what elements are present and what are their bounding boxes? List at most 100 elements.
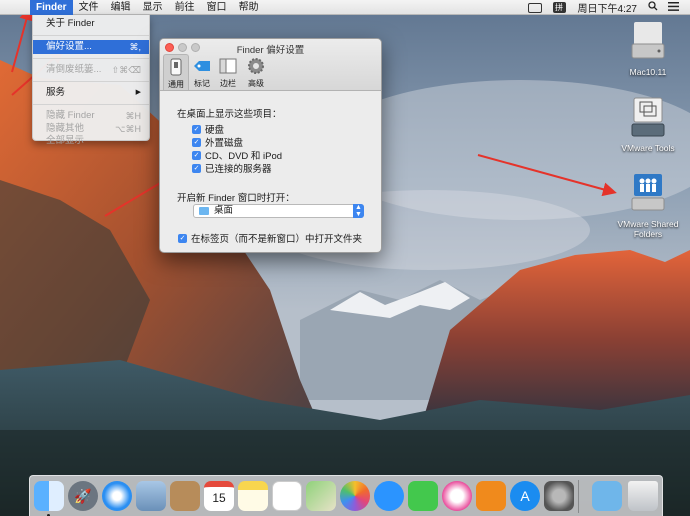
disk-image-icon [631,97,665,137]
launchpad-icon[interactable]: 🚀 [68,481,98,511]
menu-item-label: 清倒废纸篓... [46,64,102,75]
menu-item-hide-finder: 隐藏 Finder ⌘H [33,109,149,123]
finder-icon[interactable] [34,481,64,511]
dock-separator [578,480,579,513]
menu-window[interactable]: 窗口 [201,0,233,15]
new-window-label: 开启新 Finder 窗口时打开： [177,193,295,204]
checkbox-checked-icon: ✓ [192,124,201,134]
checkbox-checked-icon: ✓ [192,163,201,173]
checkbox-label: 在标签页（而不是新窗口）中打开文件夹 [191,234,363,245]
menu-edit[interactable]: 编辑 [105,0,137,15]
sidebar-icon [219,58,237,74]
desktop-items-label: 在桌面上显示这些项目： [177,109,282,120]
tab-label: 边栏 [220,79,236,88]
desktop-icon-label: VMware Tools [621,143,675,153]
display-mirroring-icon[interactable] [527,2,542,13]
menu-clock[interactable]: 周日下午4:27 [578,0,637,15]
menu-file[interactable]: 文件 [73,0,105,15]
menu-view[interactable]: 显示 [137,0,169,15]
calendar-icon[interactable]: 15 [204,481,234,511]
contacts-icon[interactable] [170,481,200,511]
mail-icon[interactable] [136,481,166,511]
menu-item-label: 隐藏其他 [46,123,85,134]
tab-general[interactable]: 通用 [163,54,189,90]
menu-separator [33,104,149,105]
ibooks-icon[interactable] [476,481,506,511]
checkbox-checked-icon: ✓ [192,137,201,147]
menu-item-label: 隐藏 Finder [46,110,95,121]
menu-shortcut: ⌥⌘H [115,124,141,134]
tab-label: 通用 [168,80,184,89]
menu-separator [33,35,149,36]
desktop-icon-label: VMware Shared Folders [617,219,679,239]
input-method-indicator[interactable]: 拼 [552,2,566,13]
menu-finder[interactable]: Finder [30,0,73,15]
menu-shortcut: ⌘H [125,111,142,121]
select-value: 桌面 [214,205,234,216]
checkbox-label: 已连接的服务器 [205,164,272,175]
checkbox-label: CD、DVD 和 iPod [205,151,283,162]
downloads-icon[interactable] [592,481,622,511]
general-switch-icon [170,58,182,76]
submenu-arrow-icon: ▶ [135,89,141,96]
app-store-icon[interactable]: A [510,481,540,511]
facetime-icon[interactable] [408,481,438,511]
menu-help[interactable]: 帮助 [233,0,265,15]
desktop-icon-label: Mac10.11 [629,67,667,77]
checkbox-label: 外置磁盘 [205,138,244,149]
tab-tags[interactable]: 标记 [189,54,215,90]
shared-folder-drive-icon [631,174,665,211]
desktop-icon-vmware-shared-folders[interactable]: VMware Shared Folders [610,172,686,239]
new-window-location-select[interactable]: 桌面 ▲ ▼ [193,204,364,218]
menu-item-label: 偏好设置... [46,41,92,52]
spotlight-search-icon[interactable] [648,1,658,14]
reminders-icon[interactable] [272,481,302,511]
checkbox-external-disks[interactable]: ✓ 外置磁盘 [192,135,243,149]
desktop-icon-mac-drive[interactable]: Mac10.11 [610,20,686,77]
finder-preferences-window: Finder 偏好设置 通用 标记 边栏 高级 在桌面上显示这些项目： ✓ 硬盘… [159,38,382,253]
desktop-icon-vmware-tools[interactable]: VMware Tools [610,96,686,153]
menu-go[interactable]: 前往 [169,0,201,15]
menu-shortcut: ⇧⌘⌫ [111,65,141,75]
menu-item-hide-others: 隐藏其他 ⌥⌘H [33,123,149,135]
trash-icon[interactable] [628,481,658,511]
menu-item-label: 关于 Finder [46,18,95,29]
menu-shortcut: ⌘, [129,42,141,52]
maps-icon[interactable] [306,481,336,511]
tab-label: 高级 [248,79,264,88]
updown-arrows-icon: ▲ ▼ [353,204,364,218]
checkbox-cd-dvd-ipod[interactable]: ✓ CD、DVD 和 iPod [192,148,282,162]
checkbox-checked-icon: ✓ [178,233,187,243]
checkbox-hard-disks[interactable]: ✓ 硬盘 [192,122,224,136]
menu-item-label: 全部显示 [46,135,85,146]
safari-icon[interactable] [102,481,132,511]
calendar-day: 15 [212,491,226,505]
menu-bar: Finder 文件 编辑 显示 前往 窗口 帮助 拼 周日下午4:27 [0,0,690,15]
tab-label: 标记 [194,79,210,88]
notification-center-icon[interactable] [668,1,679,14]
gear-icon [248,58,264,74]
menu-item-about-finder[interactable]: 关于 Finder [33,17,149,31]
apple-menu-icon[interactable] [0,0,30,15]
itunes-icon[interactable]: ♫ [442,481,472,511]
system-preferences-icon[interactable] [544,481,574,511]
checkbox-connected-servers[interactable]: ✓ 已连接的服务器 [192,161,272,175]
hard-drive-icon [631,22,665,59]
menu-bar-extras: 拼 周日下午4:27 [523,0,684,15]
notes-icon[interactable] [238,481,268,511]
folder-icon [199,207,209,215]
tab-sidebar[interactable]: 边栏 [215,54,241,90]
menu-item-empty-trash: 清倒废纸篓... ⇧⌘⌫ [33,63,149,77]
tag-icon [194,61,210,71]
menu-item-show-all: 全部显示 [33,135,149,147]
menu-item-services[interactable]: 服务 ▶ [33,86,149,100]
checkbox-checked-icon: ✓ [192,150,201,160]
tab-advanced[interactable]: 高级 [243,54,269,90]
dock: 🚀 15 ♫ A [29,475,663,516]
checkbox-open-in-tabs[interactable]: ✓ 在标签页（而不是新窗口）中打开文件夹 [178,231,362,245]
menu-item-preferences[interactable]: 偏好设置... ⌘, [33,40,149,54]
photos-icon[interactable] [340,481,370,511]
checkbox-label: 硬盘 [205,125,225,136]
menu-separator [33,58,149,59]
messages-icon[interactable] [374,481,404,511]
